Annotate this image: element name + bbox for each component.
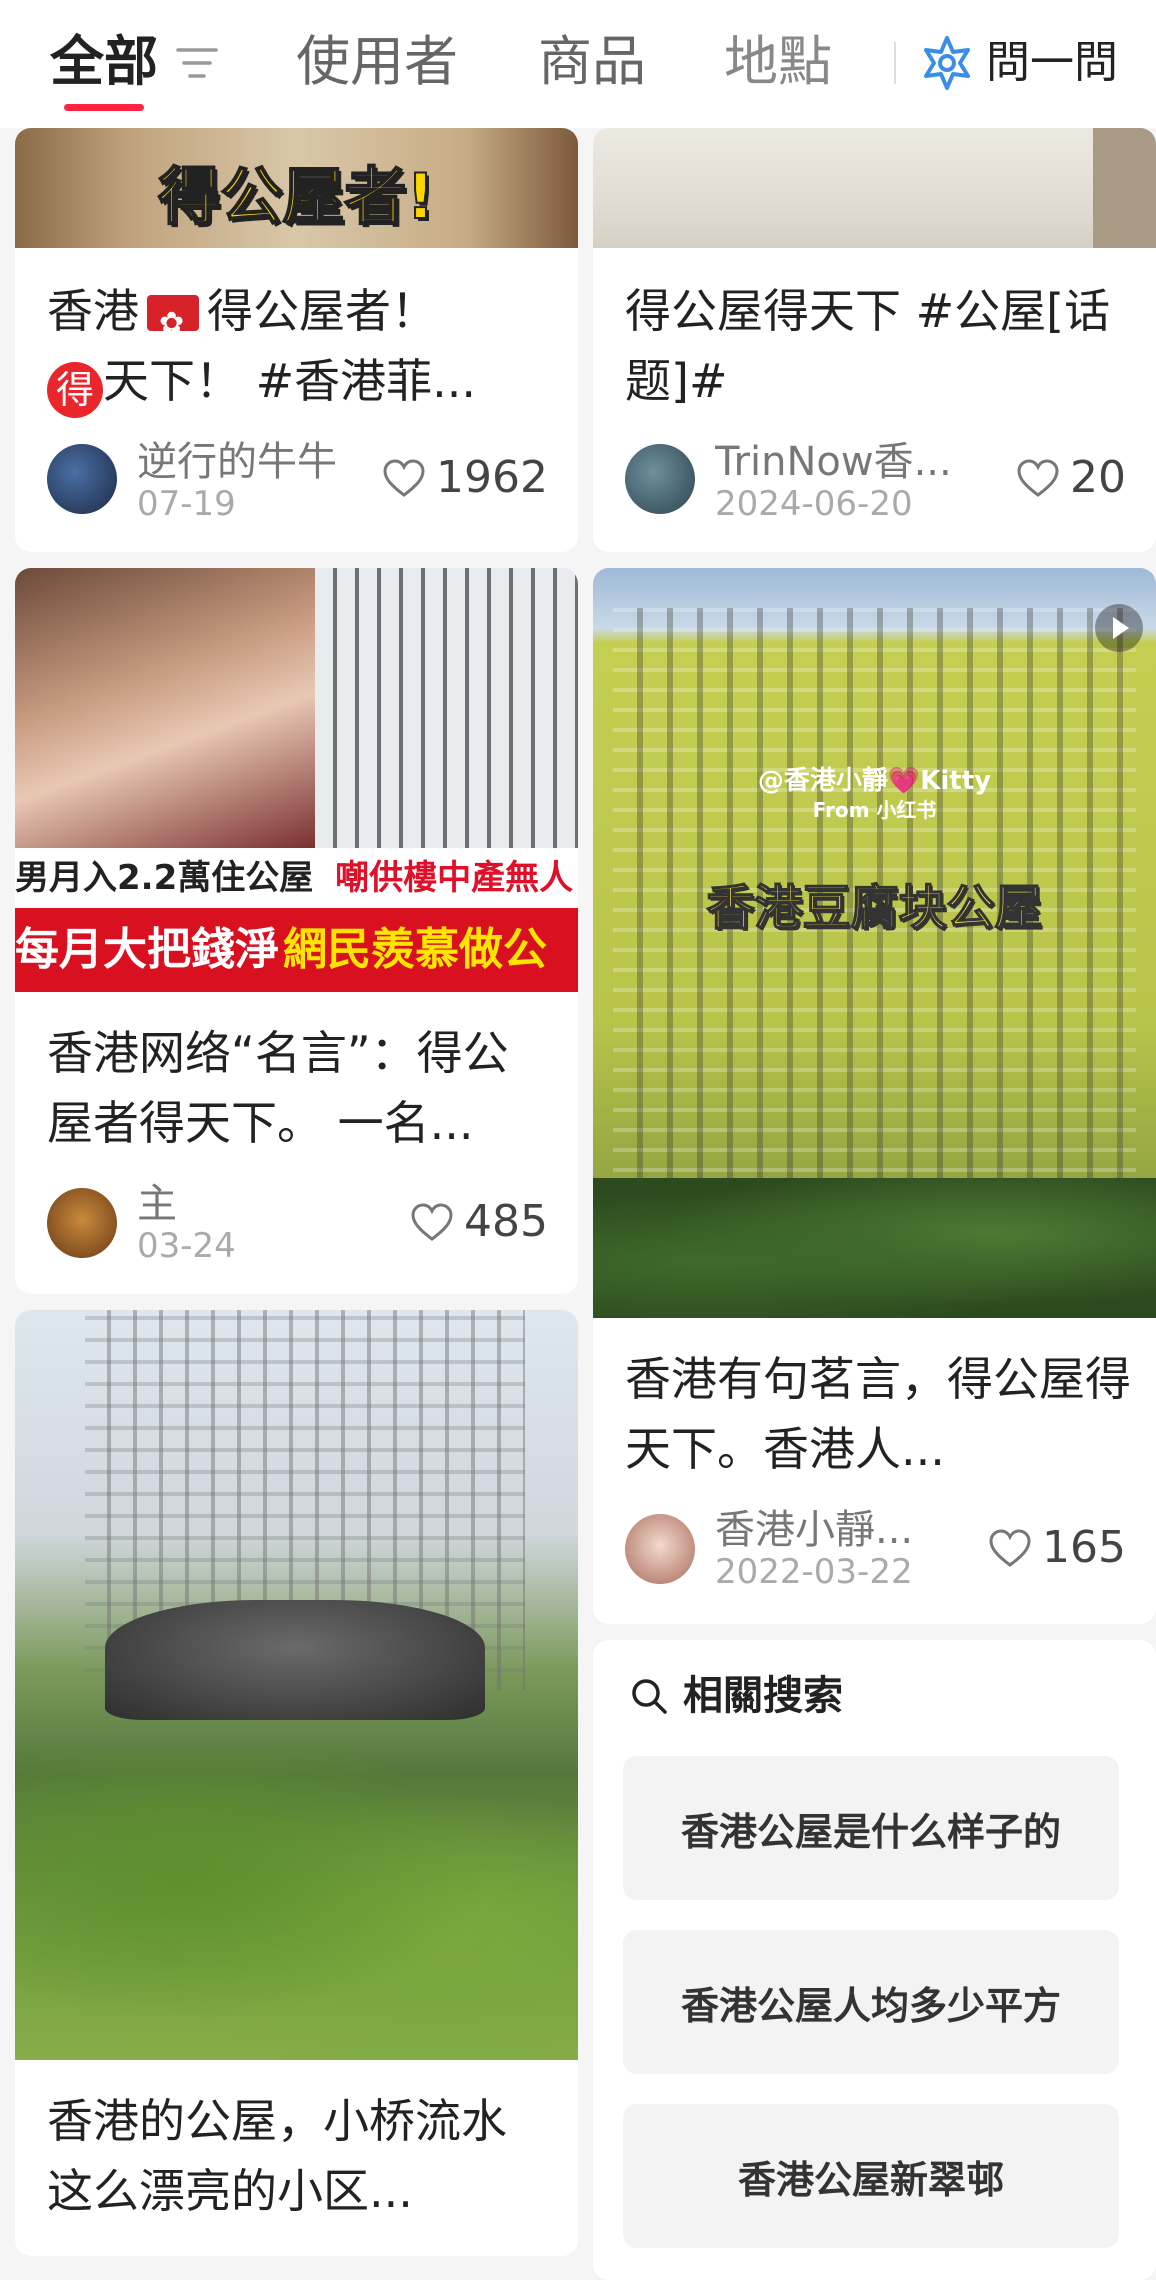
like-button[interactable]: 1962 — [382, 450, 548, 506]
banner-text: 每月大把錢淨 — [15, 924, 279, 975]
like-count: 20 — [1070, 452, 1126, 503]
note-card[interactable]: 得公屋得天下 #公屋[话题]# TrinNow香... 2024-06-20 2… — [593, 128, 1156, 552]
author-name[interactable]: TrinNow香... — [715, 440, 985, 484]
like-count: 1962 — [436, 452, 548, 503]
thumbnail-banner: 男月入2.2萬住公屋 嘲供樓中產無人 — [15, 848, 578, 908]
heart-icon — [989, 1529, 1031, 1567]
tab-places[interactable]: 地點 — [724, 30, 832, 94]
note-title: 香港的公屋，小桥流水 这么漂亮的小区... — [47, 2094, 507, 2218]
post-date: 2022-03-22 — [715, 1552, 913, 1592]
author-name[interactable]: 逆行的牛牛 — [137, 440, 377, 484]
thumbnail-rockery — [105, 1600, 485, 1720]
note-card[interactable]: 男月入2.2萬住公屋 嘲供樓中產無人 每月大把錢淨網民羨慕做公 香港网络“名言”… — [15, 568, 578, 1294]
note-card[interactable]: @香港小靜💗Kitty From 小红书 香港豆腐块公屋 香港有句茗言，得公屋得… — [593, 568, 1156, 1624]
avatar[interactable] — [625, 1514, 695, 1584]
post-date: 07-19 — [137, 484, 236, 524]
related-search-item[interactable]: 香港公屋人均多少平方 — [623, 1930, 1119, 2074]
like-count: 165 — [1042, 1522, 1126, 1573]
note-card[interactable]: 得公屋者! 香港 得公屋者！ 得天下！ #香港菲... 逆行的牛牛 07-19 1… — [15, 128, 578, 552]
ask-button-label[interactable]: 問一問 — [986, 34, 1118, 92]
post-date: 2024-06-20 — [715, 484, 913, 524]
hk-flag-icon — [147, 289, 199, 359]
thumbnail-building — [315, 568, 578, 848]
author-name[interactable]: 主 — [137, 1182, 337, 1226]
thumbnail-person — [15, 568, 315, 848]
note-thumbnail: 得公屋者! — [15, 128, 578, 248]
search-icon — [632, 1679, 667, 1714]
avatar[interactable] — [47, 1188, 117, 1258]
thumbnail-garden — [15, 1750, 578, 2060]
ask-star-icon[interactable] — [918, 34, 976, 92]
banner-text: 嘲供樓中產無人 — [335, 858, 574, 898]
related-search-item[interactable]: 香港公屋新翠邨 — [623, 2104, 1119, 2248]
thumbnail-trees — [593, 1178, 1156, 1318]
top-tab-bar: 全部 使用者 商品 地點 問一問 — [0, 0, 1156, 128]
note-title-part: 天下！ #香港菲... — [103, 354, 477, 408]
related-searches-panel: 相關搜索 香港公屋是什么样子的 香港公屋人均多少平方 香港公屋新翠邨 — [593, 1640, 1156, 2280]
watermark-text: @香港小靜💗Kitty — [757, 766, 992, 796]
heart-icon — [383, 459, 425, 497]
avatar[interactable] — [625, 444, 695, 514]
note-card[interactable]: 香港的公屋，小桥流水 这么漂亮的小区... — [15, 1310, 578, 2256]
play-triangle — [1113, 617, 1129, 639]
tab-all[interactable]: 全部 — [50, 30, 158, 94]
heart-icon — [1017, 459, 1059, 497]
note-title: 香港有句茗言，得公屋得天下。香港人... — [625, 1352, 1131, 1476]
related-searches-heading: 相關搜索 — [629, 1668, 843, 1724]
like-button[interactable]: 165 — [988, 1520, 1126, 1576]
heart-icon — [411, 1203, 453, 1241]
thumbnail-caption: 得公屋者! — [157, 159, 435, 234]
related-searches-title: 相關搜索 — [683, 1673, 843, 1719]
author-name[interactable]: 香港小靜... — [715, 1508, 955, 1552]
video-play-icon[interactable] — [1095, 604, 1143, 652]
avatar[interactable] — [47, 444, 117, 514]
tab-divider — [894, 42, 896, 84]
banner-text: 男月入2.2萬住公屋 — [15, 858, 314, 898]
thumbnail-wall — [1093, 128, 1156, 248]
like-button[interactable]: 485 — [410, 1194, 548, 1250]
note-title: 得公屋得天下 #公屋[话题]# — [625, 284, 1111, 408]
active-tab-indicator — [64, 104, 144, 111]
note-thumbnail — [593, 128, 1156, 248]
like-count: 485 — [464, 1196, 548, 1247]
tab-products[interactable]: 商品 — [538, 30, 646, 94]
like-button[interactable]: 20 — [1016, 450, 1126, 506]
note-thumbnail: @香港小靜💗Kitty From 小红书 香港豆腐块公屋 — [593, 568, 1156, 1318]
note-title-part: 香港 — [47, 284, 139, 338]
related-search-item[interactable]: 香港公屋是什么样子的 — [623, 1756, 1119, 1900]
note-title: 香港网络“名言”：得公屋者得天下。 一名... — [47, 1026, 509, 1150]
post-date: 03-24 — [137, 1226, 236, 1266]
note-title: 香港 得公屋者！ 得天下！ #香港菲... — [47, 276, 554, 418]
watermark-text: From 小红书 — [812, 798, 937, 822]
note-thumbnail: 男月入2.2萬住公屋 嘲供樓中產無人 每月大把錢淨網民羨慕做公 — [15, 568, 578, 992]
note-title-part: 得公屋者！ — [207, 284, 437, 338]
filter-icon[interactable] — [176, 44, 218, 82]
tab-users[interactable]: 使用者 — [296, 30, 458, 94]
banner-text: 網民羨慕做公 — [283, 924, 547, 975]
note-thumbnail — [15, 1310, 578, 2060]
de-badge-icon: 得 — [47, 362, 103, 418]
thumbnail-banner: 每月大把錢淨網民羨慕做公 — [15, 908, 578, 992]
thumbnail-caption: 香港豆腐块公屋 — [706, 879, 1044, 937]
